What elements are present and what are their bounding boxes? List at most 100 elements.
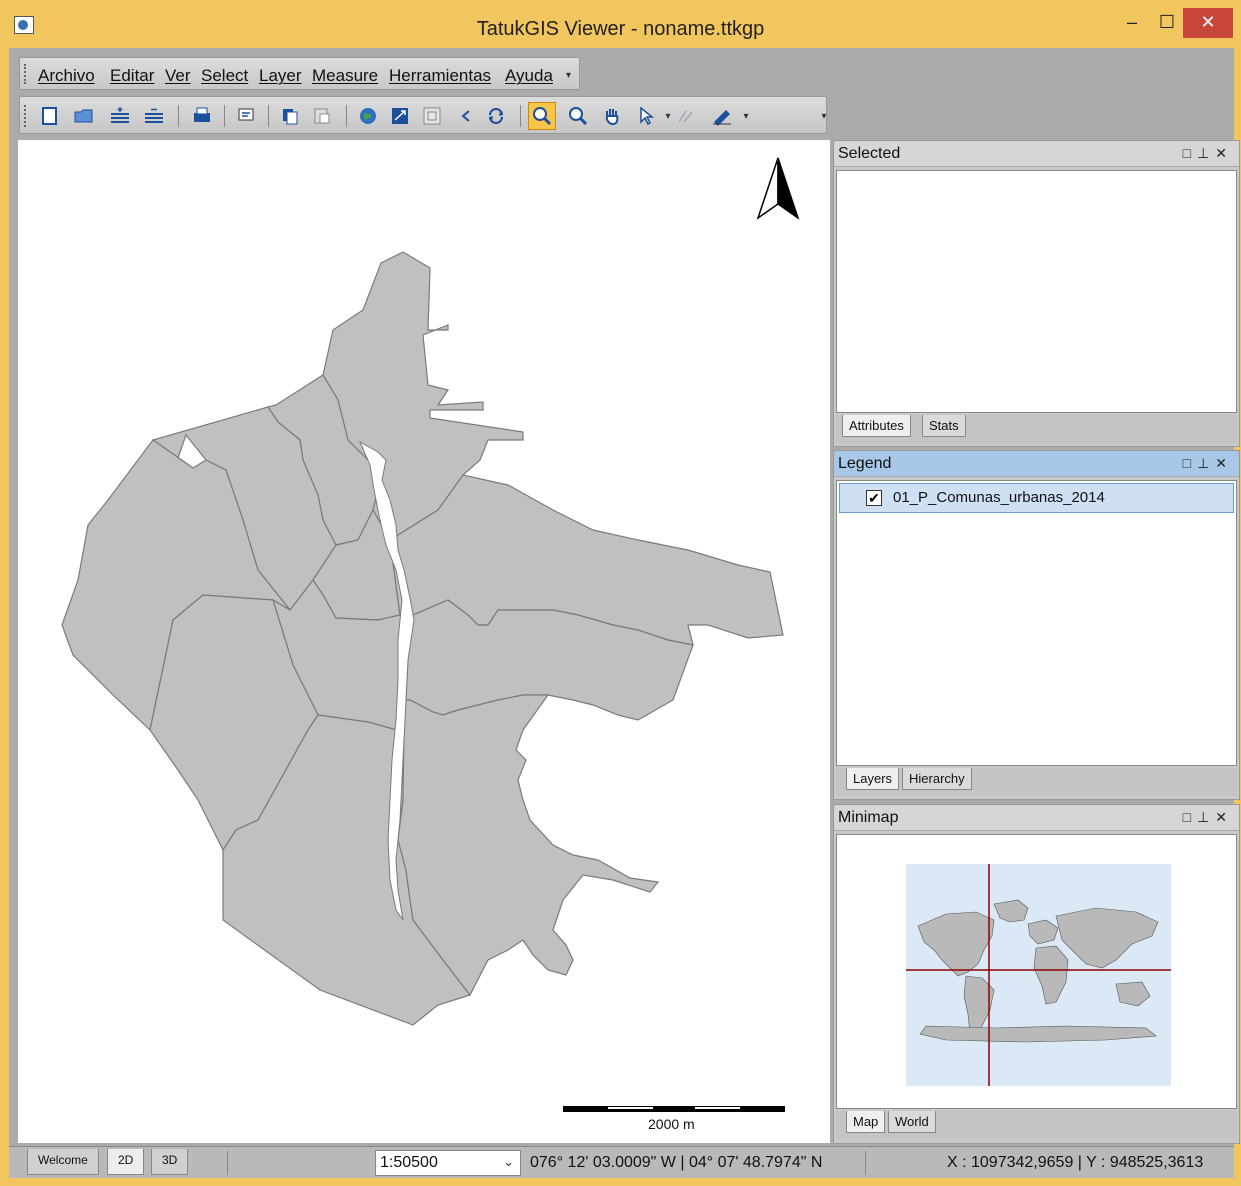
full-extent-icon[interactable] [388, 104, 412, 128]
scale-select[interactable]: 1:50500 ⌄ [375, 1150, 521, 1176]
float-icon[interactable]: □ [1183, 455, 1197, 471]
toolbar: ▾ ▾ ▾ [19, 96, 827, 134]
layer-name[interactable]: 01_P_Comunas_urbanas_2014 [893, 489, 1105, 506]
minimap-panel-tabs: Map World [836, 1111, 1237, 1139]
paste-icon[interactable] [310, 104, 334, 128]
panel-controls: □⊥✕ [1183, 145, 1233, 162]
xy-coordinates: X : 1097342,9659 | Y : 948525,3613 [947, 1154, 1204, 1171]
tab-world[interactable]: World [888, 1111, 936, 1133]
measure-ruler-icon[interactable] [710, 104, 734, 128]
status-separator [227, 1151, 228, 1175]
selected-panel-title: Selected [838, 145, 901, 162]
scale-value: 1:50500 [380, 1154, 438, 1171]
magnifier-icon[interactable] [566, 104, 590, 128]
north-arrow-icon [756, 157, 800, 220]
zoom-icon[interactable] [528, 102, 556, 130]
pin-icon[interactable]: ⊥ [1197, 455, 1215, 471]
layer-visibility-checkbox[interactable]: ✔ [866, 490, 882, 506]
select-arrow-icon[interactable] [634, 104, 658, 128]
selected-panel: Selected □⊥✕ Attributes Stats [833, 140, 1240, 447]
scale-bar [563, 1106, 785, 1112]
legend-layer-row[interactable]: ✔ 01_P_Comunas_urbanas_2014 [839, 483, 1234, 513]
export-icon[interactable] [234, 104, 258, 128]
menu-measure[interactable]: Measure [312, 66, 378, 86]
minimap-panel: Minimap □⊥✕ Map World [833, 804, 1240, 1144]
panel-controls: □⊥✕ [1183, 455, 1233, 472]
add-layer-icon[interactable] [108, 104, 132, 128]
minimize-button[interactable]: – [1115, 8, 1149, 38]
print-icon[interactable] [190, 104, 214, 128]
edit-icon[interactable] [674, 104, 698, 128]
scale-bar-segment [608, 1107, 653, 1109]
legend-panel-body: ✔ 01_P_Comunas_urbanas_2014 [836, 480, 1237, 766]
toolbar-separator [520, 105, 521, 127]
comunas-polygons [61, 251, 784, 1026]
tab-stats[interactable]: Stats [922, 415, 966, 437]
legend-panel-header: Legend □⊥✕ [834, 451, 1239, 477]
open-folder-icon[interactable] [72, 104, 96, 128]
menu-ayuda[interactable]: Ayuda [505, 66, 553, 86]
scale-bar-label: 2000 m [648, 1116, 695, 1132]
selected-panel-header: Selected □⊥✕ [834, 141, 1239, 167]
remove-layer-icon[interactable] [142, 104, 166, 128]
refresh-icon[interactable] [484, 104, 508, 128]
close-icon[interactable]: ✕ [1215, 809, 1233, 825]
map-view[interactable]: 2000 m [18, 140, 830, 1143]
new-file-icon[interactable] [38, 104, 62, 128]
tab-map[interactable]: Map [846, 1111, 886, 1133]
status-separator [865, 1151, 866, 1175]
comuna-polygon-southeast [397, 694, 660, 997]
maximize-button[interactable]: ☐ [1150, 8, 1184, 38]
float-icon[interactable]: □ [1183, 145, 1197, 161]
pin-icon[interactable]: ⊥ [1197, 809, 1215, 825]
menu-grip[interactable] [24, 64, 27, 84]
minimap-panel-header: Minimap □⊥✕ [834, 805, 1239, 831]
close-icon[interactable]: ✕ [1215, 455, 1233, 471]
toolbar-separator [346, 105, 347, 127]
app-window: TatukGIS Viewer - noname.ttkgp – ☐ ✕ Arc… [0, 0, 1241, 1186]
menu-bar: Archivo Editar Ver Select Layer Measure … [19, 57, 580, 90]
menu-layer[interactable]: Layer [259, 66, 302, 86]
menu-archivo[interactable]: Archivo [38, 66, 95, 86]
close-button[interactable]: ✕ [1183, 8, 1233, 38]
world-map-icon [906, 864, 1171, 1086]
pin-icon[interactable]: ⊥ [1197, 145, 1215, 161]
tab-2d[interactable]: 2D [107, 1149, 145, 1175]
pan-hand-icon[interactable] [600, 104, 624, 128]
selected-panel-body [836, 170, 1237, 413]
minimap-world-map[interactable] [906, 864, 1171, 1086]
title-bar: TatukGIS Viewer - noname.ttkgp – ☐ ✕ [0, 0, 1241, 48]
toolbar-overflow-icon[interactable]: ▾ [812, 104, 836, 128]
legend-panel: Legend □⊥✕ ✔ 01_P_Comunas_urbanas_2014 L… [833, 450, 1240, 800]
geo-coordinates: 076° 12' 03.0009" W | 04° 07' 48.7974" N [530, 1154, 823, 1171]
zoom-layer-icon[interactable] [420, 104, 444, 128]
selected-panel-tabs: Attributes Stats [836, 415, 1237, 443]
close-icon[interactable]: ✕ [1215, 145, 1233, 161]
toolbar-separator [178, 105, 179, 127]
menu-select[interactable]: Select [201, 66, 248, 86]
menu-ver[interactable]: Ver [165, 66, 191, 86]
globe-icon[interactable] [356, 104, 380, 128]
tab-3d[interactable]: 3D [151, 1149, 189, 1175]
legend-panel-title: Legend [838, 455, 892, 472]
float-icon[interactable]: □ [1183, 809, 1197, 825]
menu-herramientas[interactable]: Herramientas [389, 66, 491, 86]
status-bar: Welcome 2D 3D 1:50500 ⌄ 076° 12' 03.0009… [9, 1146, 1234, 1178]
menu-overflow-icon[interactable]: ▾ [566, 70, 571, 81]
tab-hierarchy[interactable]: Hierarchy [902, 768, 972, 790]
tab-layers[interactable]: Layers [846, 768, 900, 790]
measure-dropdown-icon[interactable]: ▾ [734, 104, 758, 128]
tab-attributes[interactable]: Attributes [842, 415, 911, 437]
menu-editar[interactable]: Editar [110, 66, 154, 86]
window-title: TatukGIS Viewer - noname.ttkgp [476, 18, 765, 40]
toolbar-separator [268, 105, 269, 127]
copy-icon[interactable] [278, 104, 302, 128]
tab-welcome[interactable]: Welcome [27, 1149, 99, 1175]
chevron-down-icon[interactable]: ⌄ [503, 1154, 514, 1170]
minimap-panel-title: Minimap [838, 809, 899, 826]
toolbar-grip[interactable] [24, 105, 27, 127]
back-icon[interactable] [454, 104, 478, 128]
panel-controls: □⊥✕ [1183, 809, 1233, 826]
minimap-panel-body[interactable] [836, 834, 1237, 1109]
map-canvas[interactable] [18, 140, 830, 1143]
